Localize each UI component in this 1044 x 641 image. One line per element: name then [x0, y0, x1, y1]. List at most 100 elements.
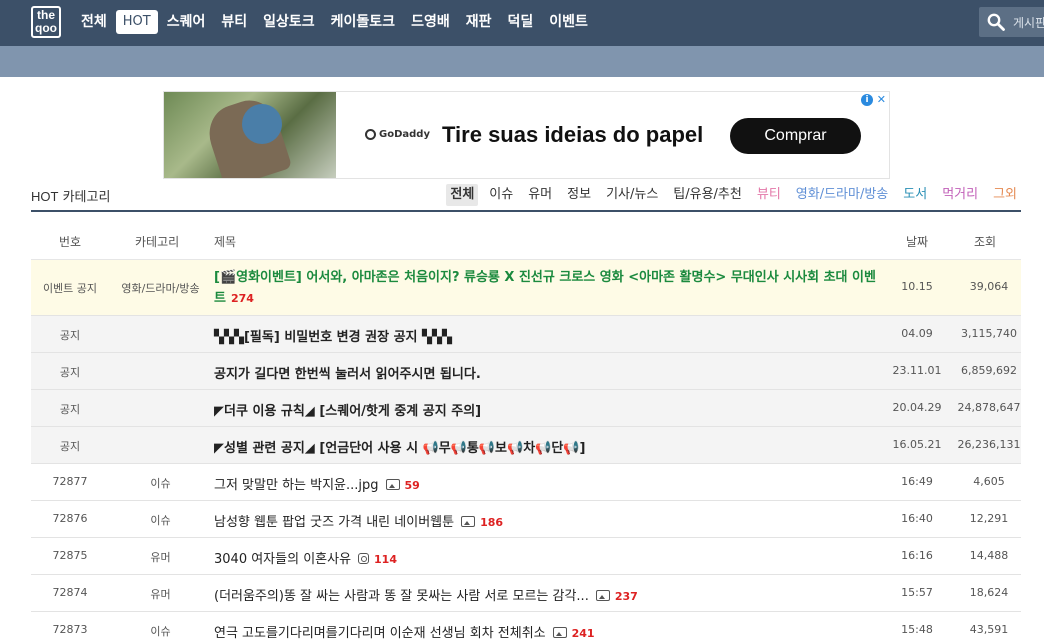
row-views: 14,488: [969, 549, 1009, 562]
row-title[interactable]: ◤성별 관련 공지◢ [언금단어 사용 시 📢무📢통📢보📢차📢단📢]: [214, 437, 585, 456]
notice-row[interactable]: 공지 ◤성별 관련 공지◢ [언금단어 사용 시 📢무📢통📢보📢차📢단📢] 16…: [31, 427, 1021, 464]
notice-row[interactable]: 공지 ◤더쿠 이용 규칙◢ [스퀘어/핫게 중계 공지 주의] 20.04.29…: [31, 390, 1021, 427]
row-category: 영화/드라마/방송: [121, 282, 200, 295]
tab-etc[interactable]: 그외: [989, 184, 1021, 206]
logo-line-2: qoo: [35, 21, 57, 35]
comment-count[interactable]: 274: [231, 292, 254, 305]
header-views: 조회: [974, 235, 997, 249]
image-icon: [595, 590, 610, 601]
row-number: 공지: [59, 440, 81, 453]
ad-photo: [164, 92, 336, 178]
row-date: 16.05.21: [892, 438, 942, 451]
comment-count[interactable]: 241: [572, 627, 595, 640]
nav-item-kidol-talk[interactable]: 케이돌토크: [324, 10, 402, 34]
row-title[interactable]: (더러움주의)똥 잘 싸는 사람과 똥 잘 못싸는 사람 서로 모르는 감각..…: [214, 585, 638, 604]
table-row[interactable]: 72875 유머 3040 여자들의 이혼사유 114 16:16 14,488: [31, 538, 1021, 575]
row-number: 이벤트 공지: [42, 282, 98, 295]
tab-books[interactable]: 도서: [899, 184, 931, 206]
row-title-text[interactable]: 연극 고도를기다리며를기다리며 이순재 선생님 회차 전체취소: [214, 626, 546, 641]
tab-beauty[interactable]: 뷰티: [753, 184, 785, 206]
row-title[interactable]: ▚▚▚[필독] 비밀번호 변경 권장 공지 ▚▚▚: [214, 326, 452, 345]
sub-navigation-bar: [0, 46, 1044, 77]
table-row[interactable]: 72877 이슈 그저 맞말만 하는 박지윤...jpg 59 16:49 4,6…: [31, 464, 1021, 501]
row-title[interactable]: 공지가 길다면 한번씩 눌러서 읽어주시면 됩니다.: [214, 363, 481, 382]
nav-item-drama-movie[interactable]: 드영배: [404, 10, 457, 34]
tab-food[interactable]: 먹거리: [938, 184, 982, 206]
row-views: 43,591: [969, 623, 1009, 636]
nav-item-event[interactable]: 이벤트: [542, 10, 595, 34]
notice-row[interactable]: 공지 ▚▚▚[필독] 비밀번호 변경 권장 공지 ▚▚▚ 04.09 3,115…: [31, 316, 1021, 353]
image-icon: [461, 516, 476, 527]
row-date: 15:48: [901, 623, 933, 636]
comment-count[interactable]: 186: [480, 516, 503, 529]
advertisement-banner[interactable]: GoDaddy Tire suas ideias do papel Compra…: [163, 91, 890, 179]
tab-news[interactable]: 기사/뉴스: [602, 184, 662, 206]
instagram-icon: [358, 553, 370, 564]
row-title-text[interactable]: 3040 여자들의 이혼사유: [214, 552, 351, 567]
tab-humor[interactable]: 유머: [524, 184, 556, 206]
row-number: 72875: [52, 549, 88, 562]
tab-tips[interactable]: 팁/유용/추천: [669, 184, 746, 206]
category-header: HOT 카테고리 전체 이슈 유머 정보 기사/뉴스 팁/유용/추천 뷰티 영화…: [31, 184, 1021, 212]
comment-count[interactable]: 237: [615, 590, 638, 603]
table-row[interactable]: 72876 이슈 남성향 웹툰 팝업 굿즈 가격 내린 네이버웹툰 186 16:…: [31, 501, 1021, 538]
row-date: 10.15: [901, 280, 933, 293]
nav-item-hot[interactable]: HOT: [115, 10, 158, 34]
image-icon: [385, 479, 400, 490]
nav-item-deokdeal[interactable]: 덕딜: [500, 10, 540, 34]
ad-buy-button[interactable]: Comprar: [730, 118, 861, 154]
comment-count[interactable]: 59: [405, 479, 420, 492]
row-title[interactable]: 연극 고도를기다리며를기다리며 이순재 선생님 회차 전체취소 241: [214, 622, 595, 641]
tab-all[interactable]: 전체: [446, 184, 479, 206]
event-notice-row[interactable]: 이벤트 공지 영화/드라마/방송 [🎬영화이벤트] 어서와, 아마존은 처음이지…: [31, 260, 1021, 316]
category-title: HOT 카테고리: [31, 186, 110, 205]
table-row[interactable]: 72874 유머 (더러움주의)똥 잘 싸는 사람과 똥 잘 못싸는 사람 서로…: [31, 575, 1021, 612]
row-number: 공지: [59, 366, 81, 379]
row-title[interactable]: ◤더쿠 이용 규칙◢ [스퀘어/핫게 중계 공지 주의]: [214, 400, 481, 419]
category-tabs: 전체 이슈 유머 정보 기사/뉴스 팁/유용/추천 뷰티 영화/드라마/방송 도…: [439, 184, 1021, 206]
row-title[interactable]: 3040 여자들의 이혼사유 114: [214, 548, 397, 567]
search-placeholder[interactable]: 게시판: [1013, 14, 1044, 31]
tab-issue[interactable]: 이슈: [485, 184, 517, 206]
row-number: 72873: [52, 623, 88, 636]
tab-info[interactable]: 정보: [563, 184, 595, 206]
row-category: 유머: [150, 551, 171, 564]
row-title-text[interactable]: (더러움주의)똥 잘 싸는 사람과 똥 잘 못싸는 사람 서로 모르는 감각..…: [214, 589, 589, 604]
row-title-text[interactable]: 그저 맞말만 하는 박지윤...jpg: [214, 478, 379, 493]
row-views: 26,236,131: [957, 438, 1021, 451]
row-number: 72876: [52, 512, 88, 525]
search-box[interactable]: 게시판: [979, 7, 1044, 37]
tab-movie-drama[interactable]: 영화/드라마/방송: [792, 184, 892, 206]
notice-row[interactable]: 공지 공지가 길다면 한번씩 눌러서 읽어주시면 됩니다. 23.11.01 6…: [31, 353, 1021, 390]
table-row[interactable]: 72873 이슈 연극 고도를기다리며를기다리며 이순재 선생님 회차 전체취소…: [31, 612, 1021, 641]
ad-brand-name: GoDaddy: [379, 129, 430, 140]
row-date: 15:57: [901, 586, 933, 599]
search-icon[interactable]: [987, 13, 1005, 31]
row-title-text[interactable]: 남성향 웹툰 팝업 굿즈 가격 내린 네이버웹툰: [214, 515, 454, 530]
ad-info-icon[interactable]: i: [861, 94, 873, 106]
nav-item-trial[interactable]: 재판: [459, 10, 499, 34]
ad-brand: GoDaddy: [365, 129, 430, 140]
nav-item-daily-talk[interactable]: 일상토크: [256, 10, 322, 34]
row-title[interactable]: 남성향 웹툰 팝업 굿즈 가격 내린 네이버웹툰 186: [214, 511, 503, 530]
godaddy-logo-icon: [365, 129, 376, 140]
header-number: 번호: [59, 235, 82, 249]
nav-item-square[interactable]: 스퀘어: [160, 10, 213, 34]
row-views: 24,878,647: [957, 401, 1021, 414]
ad-close-icon[interactable]: ✕: [877, 93, 886, 106]
ad-headline: Tire suas ideias do papel: [442, 122, 704, 147]
row-number: 공지: [59, 329, 81, 342]
category-title-prefix: HOT: [31, 189, 59, 204]
nav-item-all[interactable]: 전체: [74, 10, 114, 34]
comment-count[interactable]: 114: [374, 553, 397, 566]
row-title[interactable]: [🎬영화이벤트] 어서와, 아마존은 처음이지? 류승룡 X 진선규 크로스 영…: [214, 267, 884, 309]
row-title[interactable]: 그저 맞말만 하는 박지윤...jpg 59: [214, 474, 420, 493]
nav-item-beauty[interactable]: 뷰티: [214, 10, 254, 34]
row-number: 공지: [59, 403, 81, 416]
header-category: 카테고리: [135, 235, 180, 249]
site-logo[interactable]: the qoo: [31, 6, 61, 38]
category-title-text: 카테고리: [62, 190, 111, 205]
row-views: 12,291: [969, 512, 1009, 525]
top-navigation-bar: the qoo 전체 HOT 스퀘어 뷰티 일상토크 케이돌토크 드영배 재판 …: [0, 0, 1044, 46]
row-title-text[interactable]: [🎬영화이벤트] 어서와, 아마존은 처음이지? 류승룡 X 진선규 크로스 영…: [214, 270, 876, 306]
